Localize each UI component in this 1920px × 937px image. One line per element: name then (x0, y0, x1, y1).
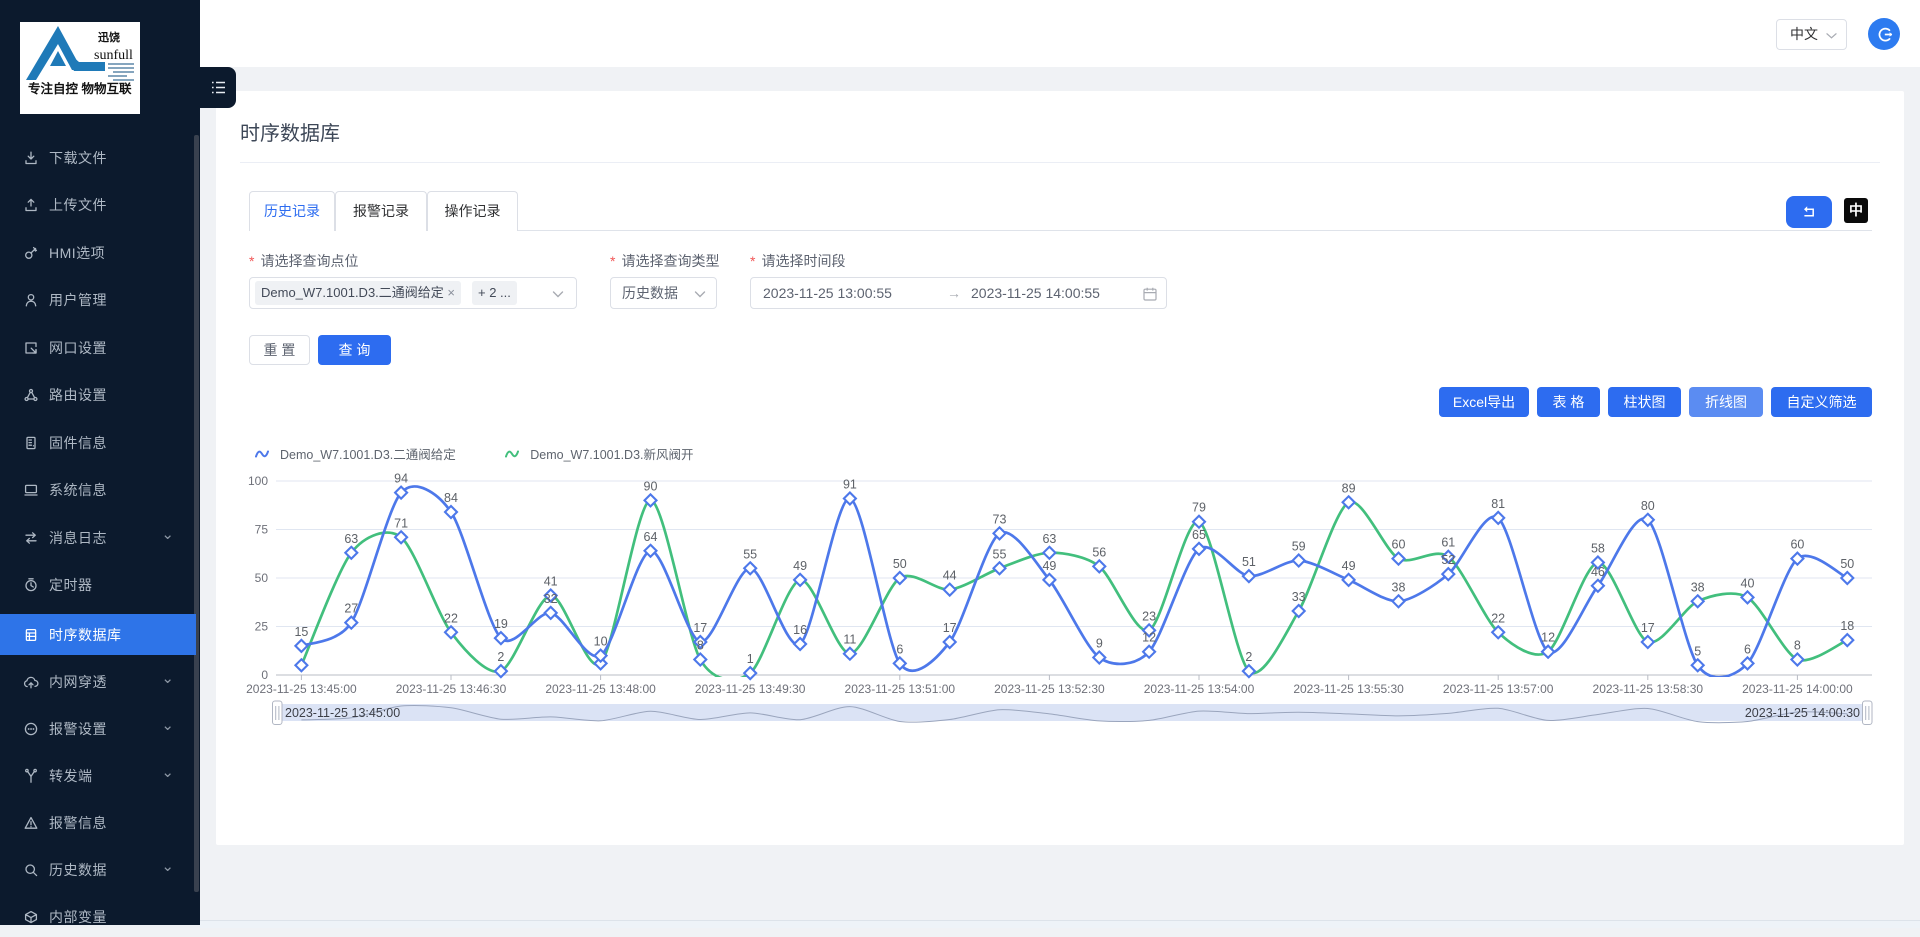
svg-text:32: 32 (544, 592, 558, 606)
svg-text:22: 22 (444, 611, 458, 625)
svg-text:71: 71 (394, 516, 408, 530)
svg-text:2023-11-25 13:51:00: 2023-11-25 13:51:00 (845, 682, 956, 696)
svg-text:84: 84 (444, 491, 458, 505)
svg-text:2023-11-25 13:49:30: 2023-11-25 13:49:30 (695, 682, 806, 696)
svg-text:94: 94 (394, 472, 408, 486)
svg-text:63: 63 (1042, 532, 1056, 546)
svg-text:49: 49 (1342, 559, 1356, 573)
svg-text:41: 41 (544, 575, 558, 589)
svg-text:64: 64 (644, 530, 658, 544)
svg-text:11: 11 (843, 633, 856, 647)
svg-text:2023-11-25 14:00:00: 2023-11-25 14:00:00 (1742, 682, 1853, 696)
svg-text:75: 75 (255, 523, 269, 537)
svg-text:91: 91 (843, 478, 857, 492)
svg-text:迅饶: 迅饶 (98, 30, 120, 44)
svg-text:18: 18 (1840, 619, 1854, 633)
svg-text:8: 8 (697, 639, 704, 653)
svg-text:79: 79 (1192, 501, 1206, 515)
svg-text:50: 50 (1840, 557, 1854, 571)
svg-text:55: 55 (743, 547, 757, 561)
svg-text:58: 58 (1591, 542, 1605, 556)
svg-text:2: 2 (497, 650, 504, 664)
svg-text:49: 49 (1042, 559, 1056, 573)
svg-text:2023-11-25 13:46:30: 2023-11-25 13:46:30 (396, 682, 507, 696)
svg-text:38: 38 (1392, 580, 1406, 594)
svg-text:0: 0 (261, 668, 268, 682)
svg-text:2023-11-25 13:45:00: 2023-11-25 13:45:00 (246, 682, 357, 696)
svg-text:89: 89 (1342, 481, 1356, 495)
svg-text:2023-11-25 13:55:30: 2023-11-25 13:55:30 (1293, 682, 1404, 696)
svg-text:49: 49 (793, 559, 807, 573)
svg-text:2023-11-25 13:58:30: 2023-11-25 13:58:30 (1593, 682, 1704, 696)
svg-text:63: 63 (344, 532, 358, 546)
svg-text:6: 6 (1744, 642, 1751, 656)
svg-text:5: 5 (1694, 644, 1701, 658)
svg-text:33: 33 (1292, 590, 1306, 604)
svg-text:51: 51 (1242, 555, 1256, 569)
svg-text:60: 60 (1790, 538, 1804, 552)
svg-text:65: 65 (1192, 528, 1206, 542)
svg-text:17: 17 (943, 621, 957, 635)
svg-text:25: 25 (255, 620, 269, 634)
svg-text:40: 40 (1741, 576, 1755, 590)
svg-text:2023-11-25 13:54:00: 2023-11-25 13:54:00 (1144, 682, 1255, 696)
svg-text:81: 81 (1491, 497, 1505, 511)
svg-text:2023-11-25 14:00:30: 2023-11-25 14:00:30 (1745, 706, 1860, 720)
svg-text:23: 23 (1142, 609, 1156, 623)
svg-text:6: 6 (896, 642, 903, 656)
svg-text:12: 12 (1142, 631, 1156, 645)
svg-text:27: 27 (344, 602, 358, 616)
svg-text:2023-11-25 13:48:00: 2023-11-25 13:48:00 (545, 682, 656, 696)
svg-text:16: 16 (793, 623, 807, 637)
svg-text:专注自控 物物互联: 专注自控 物物互联 (28, 81, 132, 96)
svg-text:17: 17 (1641, 621, 1655, 635)
svg-text:2023-11-25 13:52:30: 2023-11-25 13:52:30 (994, 682, 1105, 696)
svg-text:60: 60 (1392, 538, 1406, 552)
svg-text:9: 9 (1096, 637, 1103, 651)
svg-text:38: 38 (1691, 580, 1705, 594)
svg-text:73: 73 (993, 512, 1007, 526)
svg-text:10: 10 (594, 635, 608, 649)
svg-text:15: 15 (294, 625, 308, 639)
svg-text:12: 12 (1541, 631, 1555, 645)
svg-text:2023-11-25 13:45:00: 2023-11-25 13:45:00 (285, 706, 400, 720)
svg-text:50: 50 (893, 557, 907, 571)
svg-text:1: 1 (747, 652, 754, 666)
svg-text:46: 46 (1591, 565, 1605, 579)
svg-text:59: 59 (1292, 540, 1306, 554)
svg-text:22: 22 (1491, 611, 1505, 625)
svg-text:52: 52 (1441, 553, 1455, 567)
svg-text:80: 80 (1641, 499, 1655, 513)
svg-text:17: 17 (693, 621, 707, 635)
svg-text:2: 2 (1245, 650, 1252, 664)
svg-text:55: 55 (993, 547, 1007, 561)
svg-text:2023-11-25 13:57:00: 2023-11-25 13:57:00 (1443, 682, 1554, 696)
svg-text:8: 8 (1794, 639, 1801, 653)
svg-text:19: 19 (494, 617, 508, 631)
svg-text:50: 50 (255, 571, 269, 585)
svg-text:56: 56 (1092, 545, 1106, 559)
svg-text:sunfull: sunfull (94, 48, 133, 63)
svg-text:100: 100 (248, 474, 268, 488)
svg-text:90: 90 (644, 479, 658, 493)
svg-text:44: 44 (943, 569, 957, 583)
svg-text:61: 61 (1441, 536, 1455, 550)
